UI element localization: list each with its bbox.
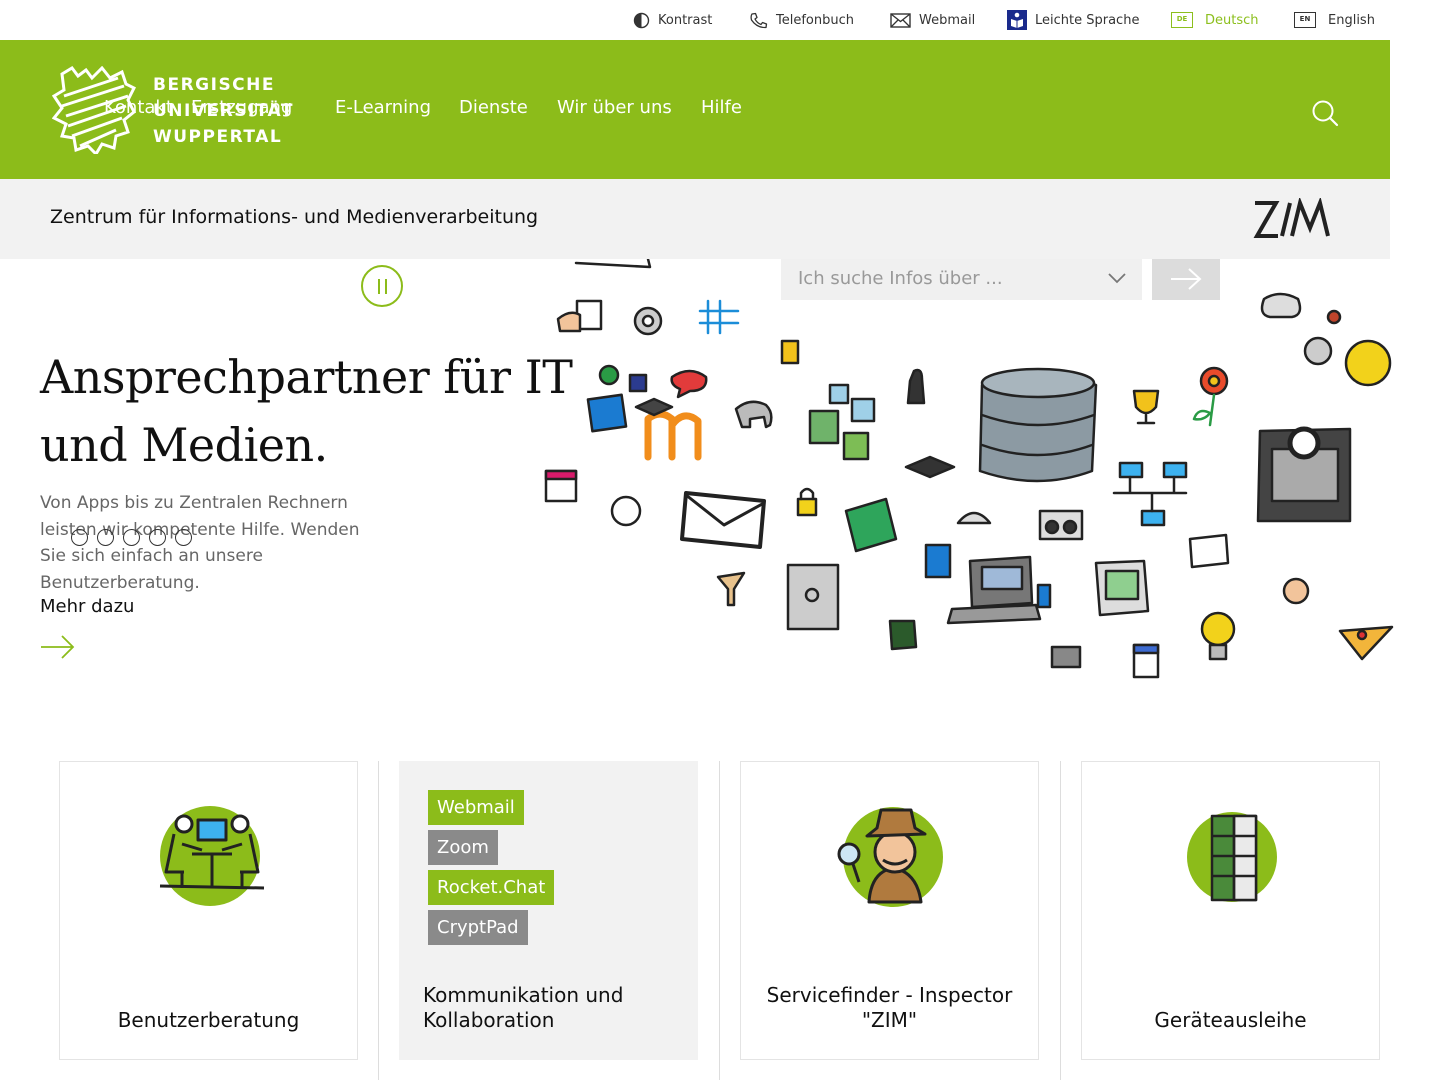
language-de-icon: DE [1171,12,1193,28]
slider-dot-4[interactable] [149,529,166,546]
nav-item-dienste[interactable]: Dienste [459,97,528,118]
english-link[interactable]: EN English [1294,11,1375,29]
nav-item-hilfe[interactable]: Hilfe [701,97,742,118]
hero-more-link[interactable]: Mehr dazu [40,596,134,617]
utility-bar: Kontrast Telefonbuch Webmail Leichte Spr… [0,0,1390,40]
inspector-icon [837,807,943,907]
logo-line-1: BERGISCHE [153,75,275,95]
easy-language-icon [1007,10,1027,30]
tag-rocket-chat[interactable]: Rocket.Chat [428,870,555,905]
locker-icon [1187,812,1277,902]
leichte-sprache-link[interactable]: Leichte Sprache [1007,10,1140,30]
card-tag-list: Webmail Zoom Rocket.Chat CryptPad [428,790,555,950]
info-search-submit-button[interactable] [1152,259,1220,300]
card-servicefinder[interactable]: Servicefinder - Inspector "ZIM" [740,761,1039,1060]
hero-illustration [544,259,1394,679]
webmail-label: Webmail [919,12,976,28]
telefonbuch-label: Telefonbuch [776,12,854,28]
tag-zoom[interactable]: Zoom [428,830,498,865]
deutsch-label: Deutsch [1205,12,1259,28]
nav-item-wir-ueber-uns[interactable]: Wir über uns [557,97,672,118]
info-search-select[interactable]: Ich suche Infos über ... [781,259,1142,300]
webmail-link[interactable]: Webmail [890,11,975,29]
hero-arrow-right-icon[interactable] [40,633,76,661]
card-title: Kommunikation und Kollaboration [423,983,624,1032]
slider-dot-2[interactable] [97,529,114,546]
card-title: Benutzerberatung [117,1008,300,1032]
search-icon [1312,100,1339,127]
telefonbuch-link[interactable]: Telefonbuch [749,11,854,29]
card-title: Servicefinder - Inspector "ZIM" [766,983,1013,1032]
consultation-icon [159,806,265,906]
logo-line-2: UNIVERSITÄT [153,101,294,121]
university-logo[interactable]: BERGISCHE UNIVERSITÄT WUPPERTAL [52,66,302,154]
main-header: Kontakt Erstzugang E-Learning Dienste Wi… [0,40,1390,179]
service-cards: Benutzerberatung Webmail Zoom Rocket.Cha… [0,761,1440,1080]
mail-icon [890,12,911,28]
card-divider [1060,761,1061,1080]
card-divider [719,761,720,1080]
contrast-icon [633,12,650,28]
slider-dot-1[interactable] [71,529,88,546]
kontrast-label: Kontrast [658,12,713,28]
card-kommunikation[interactable]: Webmail Zoom Rocket.Chat CryptPad Kommun… [399,761,698,1060]
phone-icon [750,12,768,28]
card-benutzerberatung[interactable]: Benutzerberatung [59,761,358,1060]
language-en-icon: EN [1294,12,1316,28]
deutsch-link[interactable]: DE Deutsch [1171,11,1259,29]
slider-dot-5[interactable] [175,529,192,546]
logo-line-3: WUPPERTAL [153,127,283,147]
slider-pagination [71,529,192,546]
english-label: English [1328,12,1375,28]
arrow-right-icon [1171,268,1202,290]
card-title: Geräteausleihe [1154,1008,1307,1032]
slider-pause-button[interactable] [361,265,403,307]
en-badge: EN [1299,15,1311,23]
lion-logo-icon [52,66,136,154]
search-placeholder: Ich suche Infos über ... [798,268,1003,289]
hero-slider: Ich suche Infos über ... Ansprechpartner… [0,259,1440,699]
slider-dot-3[interactable] [123,529,140,546]
chevron-down-icon [1108,273,1126,284]
de-badge: DE [1176,15,1188,23]
tag-webmail[interactable]: Webmail [428,790,524,825]
tag-cryptpad[interactable]: CryptPad [428,910,528,945]
card-divider [378,761,379,1080]
sub-header: Zentrum für Informations- und Medienvera… [0,179,1390,259]
logo-text: BERGISCHE UNIVERSITÄT WUPPERTAL [153,72,294,150]
institution-title[interactable]: Zentrum für Informations- und Medienvera… [50,206,538,228]
kontrast-link[interactable]: Kontrast [633,11,712,29]
leichte-sprache-label: Leichte Sprache [1035,12,1140,28]
hero-title: Ansprechpartner für IT und Medien. [40,350,573,472]
zim-logo-icon[interactable] [1252,198,1332,240]
header-search-button[interactable] [1310,98,1340,128]
card-geraeteausleihe[interactable]: Geräteausleihe [1081,761,1380,1060]
nav-item-e-learning[interactable]: E-Learning [335,97,431,118]
